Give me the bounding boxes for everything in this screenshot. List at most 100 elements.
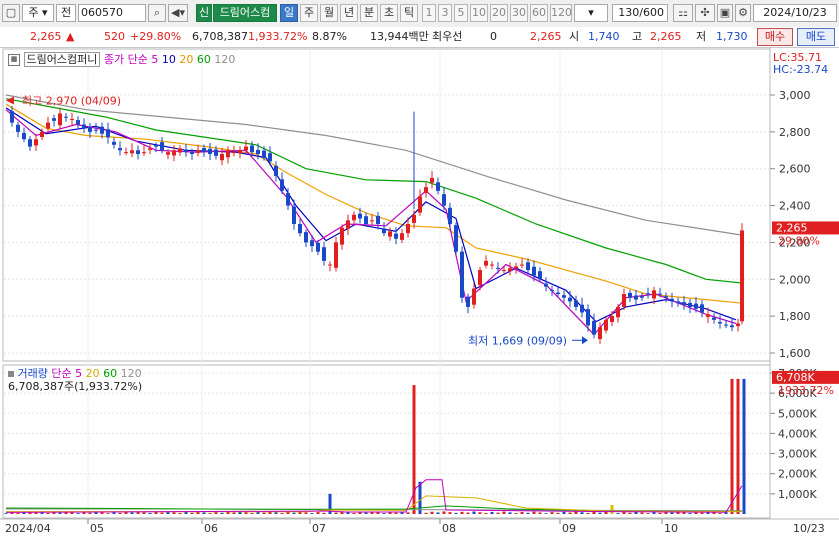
candle-up [352, 214, 356, 221]
interval-120[interactable]: 120 [550, 4, 572, 22]
candle-down [646, 293, 650, 295]
date-tick-label: 07 [312, 522, 326, 535]
candle-up [130, 150, 134, 154]
ma120-label: 120 [214, 53, 236, 66]
search-icon[interactable]: ⌕ [148, 4, 166, 22]
volume-bar [130, 512, 134, 514]
volume-bar [610, 504, 614, 514]
candle-down [160, 142, 164, 151]
candle-down [184, 149, 188, 153]
interval-5[interactable]: 5 [454, 4, 468, 22]
volume-bar [88, 512, 92, 514]
candle-up [484, 260, 488, 266]
volume-bar [562, 511, 566, 514]
sell-button[interactable]: 매도 [797, 28, 835, 46]
price-indicator-name: 종가 단순 [103, 53, 148, 66]
candle-down [22, 132, 26, 140]
candle-up [40, 131, 44, 138]
volume-bar [262, 512, 266, 514]
date-input[interactable]: 2024/10/23 [753, 4, 837, 22]
candle-up [196, 150, 200, 153]
candle-down [298, 224, 302, 234]
candle-up [514, 266, 518, 269]
candle-down [460, 251, 464, 298]
interval-3[interactable]: 3 [438, 4, 452, 22]
candle-down [208, 148, 212, 154]
min-annotation: 최저 1,669 (09/09) [468, 334, 567, 347]
volume-bar [76, 513, 80, 514]
volume-bar [160, 512, 164, 514]
interval-20[interactable]: 20 [490, 4, 508, 22]
period-second[interactable]: 초 [380, 4, 398, 22]
candle-down [364, 216, 368, 224]
candle-up [478, 270, 482, 286]
candle-down [496, 267, 500, 269]
speaker-icon[interactable]: ◀▾ [168, 4, 188, 22]
date-tick-label: 06 [204, 522, 218, 535]
candle-down [88, 127, 92, 132]
market-select[interactable]: 주 ▾ [22, 4, 54, 22]
price-chart[interactable]: 3,0002,8002,6002,4002,2002,0001,8001,600… [0, 48, 839, 539]
period-minute[interactable]: 분 [360, 4, 378, 22]
volume-pct: 1,933.72% [248, 30, 308, 43]
period-day[interactable]: 일 [280, 4, 298, 22]
buy-button[interactable]: 매수 [757, 28, 793, 46]
volume-bar [220, 512, 224, 514]
candle-up [172, 150, 176, 156]
stock-code-input[interactable]: 060570 [78, 4, 146, 22]
count-input[interactable]: 130/600 [612, 4, 668, 22]
volume-menu-icon[interactable] [8, 371, 14, 377]
up-arrow-icon: ▲ [66, 30, 75, 43]
grid-toggle-icon[interactable]: ⚏ [673, 4, 693, 22]
window-icon[interactable]: ▢ [2, 4, 20, 22]
candle-down [214, 149, 218, 156]
volume-bar [544, 513, 548, 514]
period-week[interactable]: 주 [300, 4, 318, 22]
stock-name[interactable]: 드림어스컴 [213, 4, 277, 22]
candle-down [712, 317, 716, 320]
candle-up [124, 152, 128, 154]
screenshot-icon[interactable]: ▣ [717, 4, 733, 22]
interval-1[interactable]: 1 [422, 4, 436, 22]
period-year[interactable]: 년 [340, 4, 358, 22]
candle-up [406, 224, 410, 234]
candle-down [112, 141, 116, 145]
candle-down [280, 179, 284, 191]
chart-menu-icon[interactable]: ▦ [8, 54, 20, 66]
crosshair-icon[interactable]: ✣ [695, 4, 715, 22]
interval-dropdown[interactable]: ▾ [574, 4, 608, 22]
interval-10[interactable]: 10 [470, 4, 488, 22]
volume-bar [592, 511, 596, 514]
volume-tick-label: 3,000K [778, 448, 817, 461]
volume: 6,708,387 [192, 30, 248, 43]
volume-bar [310, 513, 314, 514]
volume-bar [58, 512, 62, 514]
interval-30[interactable]: 30 [510, 4, 528, 22]
low-label: 저 [696, 30, 707, 43]
volume-bar [280, 513, 284, 514]
new-badge: 신 [196, 4, 212, 22]
hc-label: HC:-23.74 [773, 63, 829, 76]
volume-bar [526, 512, 530, 514]
volume-bar [16, 512, 20, 514]
market-label[interactable]: 전 [56, 4, 76, 22]
candle-down [190, 152, 194, 154]
candle-down [694, 303, 698, 309]
volume-bar [472, 511, 476, 514]
candle-down [286, 193, 290, 206]
candle-up [148, 148, 152, 150]
high-label: 고 [632, 30, 643, 43]
settings-icon[interactable]: ⚙ [735, 4, 751, 22]
volume-bar [574, 511, 578, 514]
candle-up [502, 270, 506, 272]
volume-bar [172, 512, 176, 514]
candle-up [616, 306, 620, 318]
candle-down [250, 145, 254, 153]
period-tick[interactable]: 틱 [400, 4, 418, 22]
volume-bar [688, 512, 692, 514]
interval-60[interactable]: 60 [530, 4, 548, 22]
candle-up [328, 264, 332, 266]
volume-bar [448, 512, 452, 514]
volume-bar [652, 512, 656, 514]
period-month[interactable]: 월 [320, 4, 338, 22]
